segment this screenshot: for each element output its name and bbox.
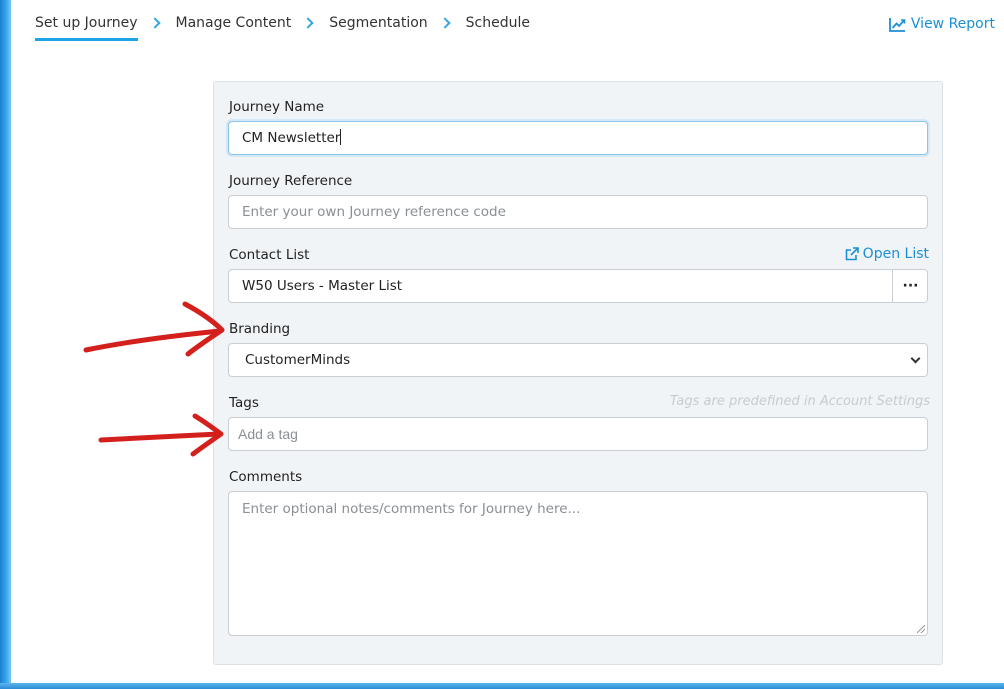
- comments-textarea[interactable]: Enter optional notes/comments for Journe…: [228, 491, 928, 636]
- comments-placeholder: Enter optional notes/comments for Journe…: [242, 501, 581, 517]
- comments-label: Comments: [229, 469, 303, 485]
- step-schedule[interactable]: Schedule: [466, 14, 530, 32]
- tags-input[interactable]: Add a tag: [228, 417, 928, 451]
- journey-steps: Set up Journey Manage Content Segmentati…: [35, 14, 530, 44]
- journey-reference-label: Journey Reference: [229, 173, 353, 189]
- line-chart-icon: [889, 17, 906, 32]
- text-caret: [340, 129, 342, 145]
- chevron-right-icon: [291, 14, 329, 32]
- view-report-label: View Report: [910, 16, 995, 32]
- window-left-edge: [0, 0, 11, 689]
- view-report-link[interactable]: View Report: [889, 16, 995, 32]
- contact-list-label: Contact List: [229, 247, 310, 263]
- branding-selected-value: CustomerMinds: [245, 352, 351, 368]
- chevron-right-icon: [138, 14, 176, 32]
- contact-list-value: W50 Users - Master List: [242, 278, 403, 294]
- journey-name-value: CM Newsletter: [242, 130, 341, 146]
- branding-label: Branding: [229, 321, 291, 337]
- step-segmentation[interactable]: Segmentation: [329, 14, 427, 32]
- open-list-label: Open List: [862, 246, 929, 262]
- open-list-link[interactable]: Open List: [845, 246, 929, 262]
- journey-name-label: Journey Name: [229, 99, 325, 115]
- tags-hint: Tags are predefined in Account Settings: [669, 394, 930, 409]
- step-manage-content[interactable]: Manage Content: [176, 14, 292, 32]
- chevron-down-icon: [910, 353, 921, 364]
- external-link-icon: [845, 247, 859, 261]
- annotation-arrow-branding: [83, 301, 225, 357]
- step-set-up-journey[interactable]: Set up Journey: [35, 14, 138, 41]
- tags-label: Tags: [229, 395, 259, 411]
- resize-handle[interactable]: [917, 625, 925, 633]
- window-bottom-edge: [0, 683, 1004, 689]
- browse-contact-list-button[interactable]: ···: [892, 270, 927, 302]
- contact-list-field[interactable]: W50 Users - Master List ···: [228, 269, 928, 303]
- journey-reference-input[interactable]: Enter your own Journey reference code: [228, 195, 928, 229]
- journey-setup-form: Journey Name CM Newsletter Journey Refer…: [213, 81, 943, 665]
- chevron-right-icon: [428, 14, 466, 32]
- journey-name-input[interactable]: CM Newsletter: [228, 121, 928, 155]
- annotation-arrow-tags: [98, 413, 224, 457]
- branding-select[interactable]: CustomerMinds: [228, 343, 928, 377]
